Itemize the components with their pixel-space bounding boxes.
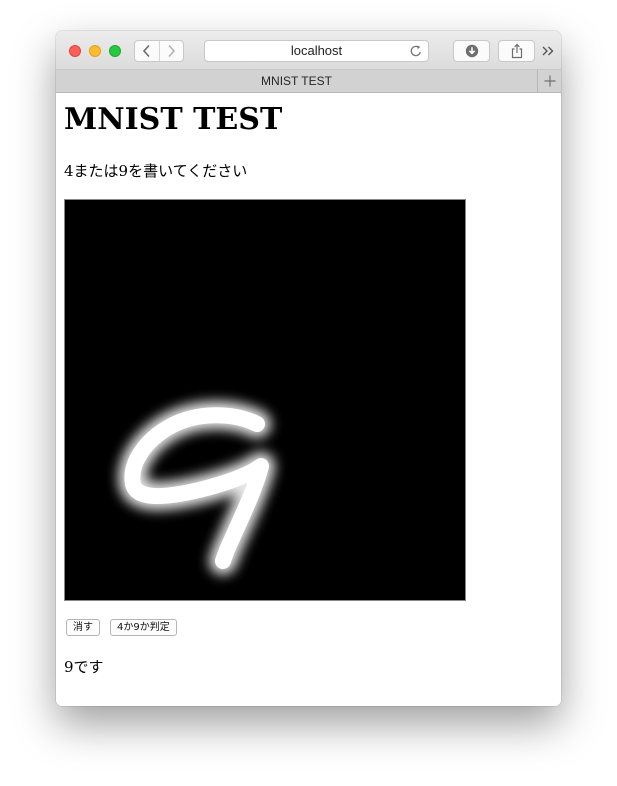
clear-button[interactable]: 消す (66, 619, 100, 636)
download-icon (465, 44, 478, 58)
forward-button[interactable] (158, 41, 184, 61)
instruction-text: 4または9を書いてください (64, 162, 248, 180)
page-title: MNIST TEST (64, 102, 283, 137)
new-tab-button[interactable] (537, 70, 561, 92)
address-bar[interactable]: localhost (204, 40, 429, 62)
classify-button[interactable]: 4か9か判定 (110, 619, 177, 636)
plus-icon (544, 75, 556, 87)
drawing-canvas[interactable] (64, 199, 466, 601)
share-icon (511, 43, 522, 59)
minimize-window-button[interactable] (89, 45, 101, 57)
double-chevron-right-icon (542, 46, 554, 56)
browser-window: localhost MNIST TEST MNIST TEST 4または9を書い… (56, 31, 561, 706)
more-toolbar-items-button[interactable] (540, 42, 556, 60)
tab-mnist-test[interactable]: MNIST TEST (56, 70, 537, 92)
handwritten-digit-stroke (118, 401, 275, 575)
back-button[interactable] (135, 41, 159, 61)
prediction-result: 9です (64, 658, 104, 676)
address-url: localhost (290, 43, 343, 58)
tab-bar: MNIST TEST (56, 70, 561, 93)
chevron-right-icon (168, 44, 176, 58)
reload-icon[interactable] (409, 44, 423, 58)
browser-toolbar: localhost (56, 31, 561, 70)
share-button[interactable] (498, 40, 535, 62)
chevron-left-icon (142, 44, 150, 58)
zoom-window-button[interactable] (109, 45, 121, 57)
page-content: MNIST TEST 4または9を書いてください 消す 4か9か判定 9です (56, 93, 561, 706)
navigation-buttons (134, 40, 184, 62)
close-window-button[interactable] (69, 45, 81, 57)
downloads-button[interactable] (453, 40, 490, 62)
